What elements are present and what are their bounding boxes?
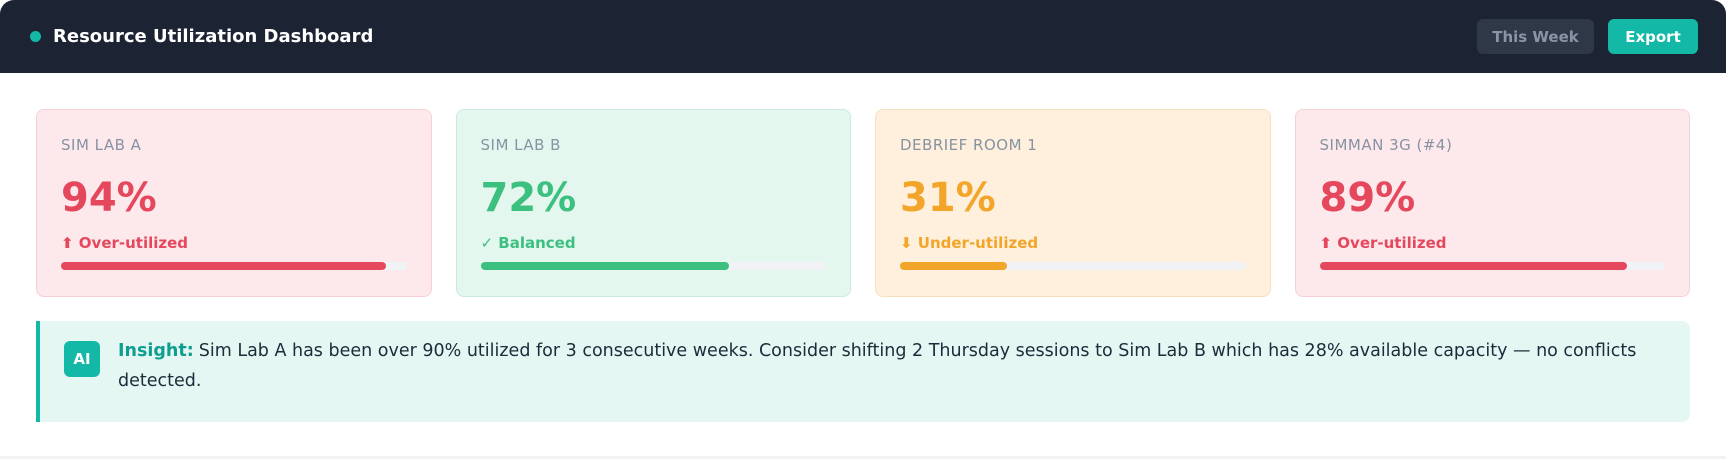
utilization-bar-fill	[61, 262, 386, 270]
card-label: SIM LAB B	[480, 136, 561, 154]
ai-badge-icon: AI	[64, 341, 100, 377]
card-label: DEBRIEF ROOM 1	[900, 136, 1038, 154]
header-actions: This Week Export	[1477, 19, 1698, 54]
card-label: SIMMAN 3G (#4)	[1319, 136, 1453, 154]
status-dot-icon	[30, 31, 41, 42]
period-button[interactable]: This Week	[1477, 19, 1594, 54]
card-status: ✓ Balanced	[480, 234, 576, 252]
card-status: ⬆ Over-utilized	[61, 234, 189, 252]
page-title: Resource Utilization Dashboard	[53, 26, 374, 47]
card-label: SIM LAB A	[61, 136, 142, 154]
utilization-bar-fill	[1319, 262, 1627, 270]
export-button[interactable]: Export	[1608, 19, 1698, 54]
dashboard-window: Resource Utilization Dashboard This Week…	[0, 0, 1726, 459]
brand: Resource Utilization Dashboard	[30, 26, 373, 47]
utilization-bar	[900, 262, 1246, 270]
card-value: 94%	[61, 175, 157, 221]
utilization-bar-fill	[480, 262, 730, 270]
card-value: 89%	[1319, 175, 1416, 221]
insight-body: Sim Lab A has been over 90% utilized for…	[118, 341, 1637, 391]
utilization-card-sim-lab-b[interactable]: SIM LAB B 72% ✓ Balanced	[455, 109, 851, 297]
utilization-bar-fill	[900, 262, 1008, 270]
card-status: ⬆ Over-utilized	[1319, 234, 1447, 252]
card-value: 72%	[480, 175, 577, 221]
top-bar: Resource Utilization Dashboard This Week…	[0, 0, 1726, 73]
utilization-bar	[480, 262, 826, 270]
utilization-bar	[61, 262, 407, 270]
utilization-bar	[1319, 262, 1665, 270]
utilization-card-simman-3g[interactable]: SIMMAN 3G (#4) 89% ⬆ Over-utilized	[1294, 109, 1690, 297]
card-value: 31%	[900, 175, 996, 221]
card-status: ⬇ Under-utilized	[900, 234, 1039, 252]
insight-label: Insight:	[118, 341, 194, 361]
utilization-card-debrief-room-1[interactable]: DEBRIEF ROOM 1 31% ⬇ Under-utilized	[875, 109, 1271, 297]
utilization-card-sim-lab-a[interactable]: SIM LAB A 94% ⬆ Over-utilized	[36, 109, 432, 297]
utilization-cards: SIM LAB A 94% ⬆ Over-utilized SIM LAB B …	[36, 109, 1690, 297]
insight-message: Insight: Sim Lab A has been over 90% util…	[118, 336, 1666, 422]
ai-insight-panel: AI Insight: Sim Lab A has been over 90% u…	[36, 321, 1690, 422]
